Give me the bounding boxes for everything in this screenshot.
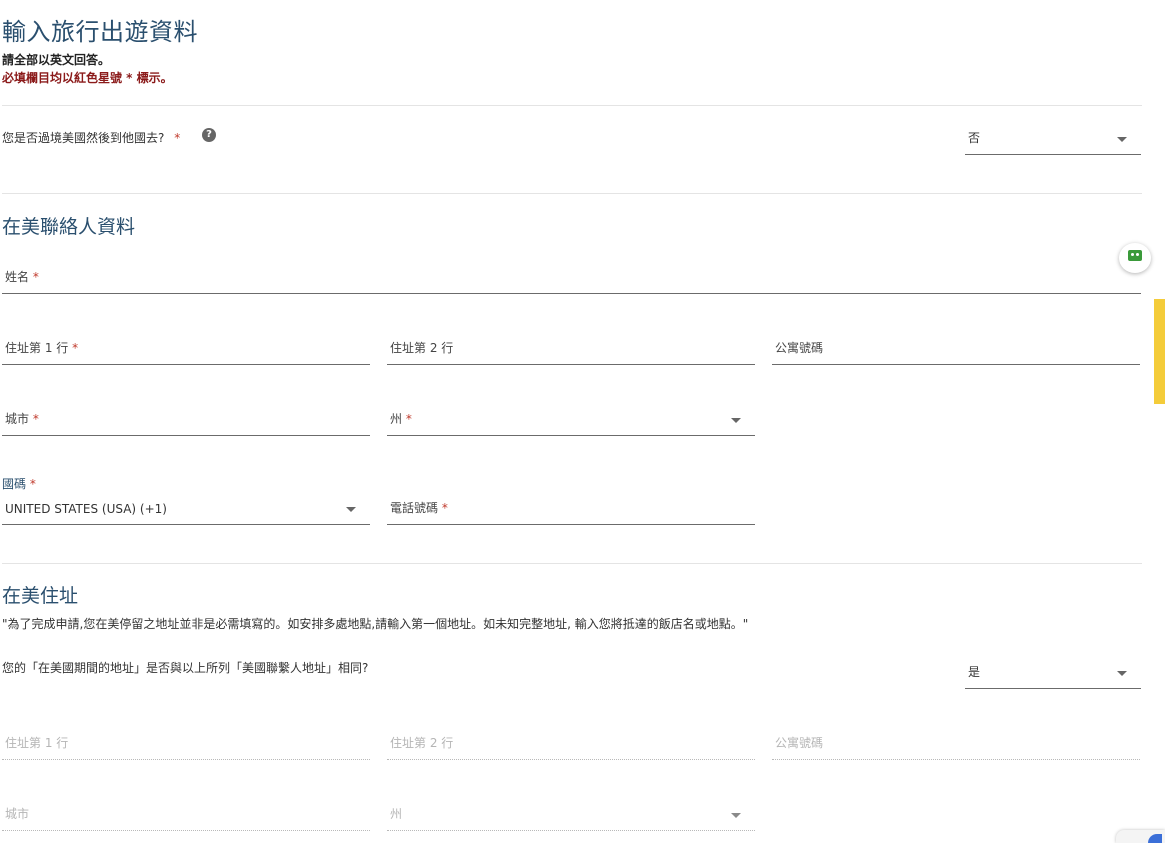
address2-label: 住址第 2 行 xyxy=(390,341,454,355)
us-state-select[interactable]: 州 xyxy=(387,794,755,831)
transit-question-label: 您是否過境美國然後到他國去? xyxy=(2,131,165,145)
us-apt-field[interactable]: 公寓號碼 xyxy=(772,723,1140,760)
required-note: 必填欄目均以紅色星號 * 標示。 xyxy=(2,71,173,85)
required-asterisk: * xyxy=(174,131,181,145)
divider xyxy=(2,563,1142,564)
caret-down-icon xyxy=(346,507,356,512)
address1-label: 住址第 1 行 xyxy=(5,341,69,355)
city-label: 城市 xyxy=(5,412,30,426)
us-city-label: 城市 xyxy=(5,807,30,821)
english-note: 請全部以英文回答。 xyxy=(2,53,111,67)
contact-apt-field[interactable]: 公寓號碼 xyxy=(772,328,1140,365)
us-apt-label: 公寓號碼 xyxy=(775,736,824,750)
caret-down-icon xyxy=(731,813,741,818)
divider xyxy=(2,193,1142,194)
contact-city-field[interactable]: 城市 * xyxy=(2,399,370,436)
page-title: 輸入旅行出遊資料 xyxy=(2,18,198,46)
country-code-value: UNITED STATES (USA) (+1) xyxy=(5,502,167,516)
apt-label: 公寓號碼 xyxy=(775,341,824,355)
contact-state-select[interactable]: 州 * xyxy=(387,399,755,436)
help-icon[interactable]: ? xyxy=(202,128,216,142)
us-address1-label: 住址第 1 行 xyxy=(5,736,69,750)
transit-question: 您是否過境美國然後到他國去? * xyxy=(2,129,180,146)
contact-address1-field[interactable]: 住址第 1 行 * xyxy=(2,328,370,365)
transit-select[interactable]: 否 xyxy=(965,118,1141,155)
contact-address2-field[interactable]: 住址第 2 行 xyxy=(387,328,755,365)
recaptcha-badge[interactable] xyxy=(1116,830,1165,843)
contact-section-title: 在美聯絡人資料 xyxy=(2,216,136,238)
us-address-description: "為了完成申請,您在美停留之地址並非是必需填寫的。如安排多處地點,請輸入第一個地… xyxy=(2,617,749,631)
feedback-side-tab[interactable] xyxy=(1154,299,1165,404)
contact-phone-field[interactable]: 電話號碼 * xyxy=(387,488,755,525)
required-asterisk: * xyxy=(32,270,39,284)
phone-label: 電話號碼 xyxy=(390,501,439,515)
caret-down-icon xyxy=(1117,671,1127,676)
country-code-select[interactable]: UNITED STATES (USA) (+1) xyxy=(2,488,370,525)
caret-down-icon xyxy=(1117,137,1127,142)
required-asterisk: * xyxy=(441,501,448,515)
same-address-question: 您的「在美國期間的地址」是否與以上所列「美國聯繫人地址」相同? xyxy=(2,661,369,675)
us-state-label: 州 xyxy=(390,807,403,821)
transit-select-value: 否 xyxy=(968,131,981,145)
us-address2-field[interactable]: 住址第 2 行 xyxy=(387,723,755,760)
contact-name-field[interactable]: 姓名 * xyxy=(2,257,1141,294)
name-label: 姓名 xyxy=(5,270,30,284)
required-asterisk: * xyxy=(32,412,39,426)
us-address-section-title: 在美住址 xyxy=(2,585,79,607)
chatbot-icon xyxy=(1128,250,1142,261)
divider xyxy=(2,105,1142,106)
required-asterisk: * xyxy=(72,341,79,355)
required-asterisk: * xyxy=(405,412,412,426)
same-address-value: 是 xyxy=(968,665,981,679)
us-city-field[interactable]: 城市 xyxy=(2,794,370,831)
caret-down-icon xyxy=(731,418,741,423)
same-address-select[interactable]: 是 xyxy=(965,652,1141,689)
us-address2-label: 住址第 2 行 xyxy=(390,736,454,750)
state-label: 州 xyxy=(390,412,403,426)
chatbot-button[interactable] xyxy=(1119,243,1151,273)
us-address1-field[interactable]: 住址第 1 行 xyxy=(2,723,370,760)
